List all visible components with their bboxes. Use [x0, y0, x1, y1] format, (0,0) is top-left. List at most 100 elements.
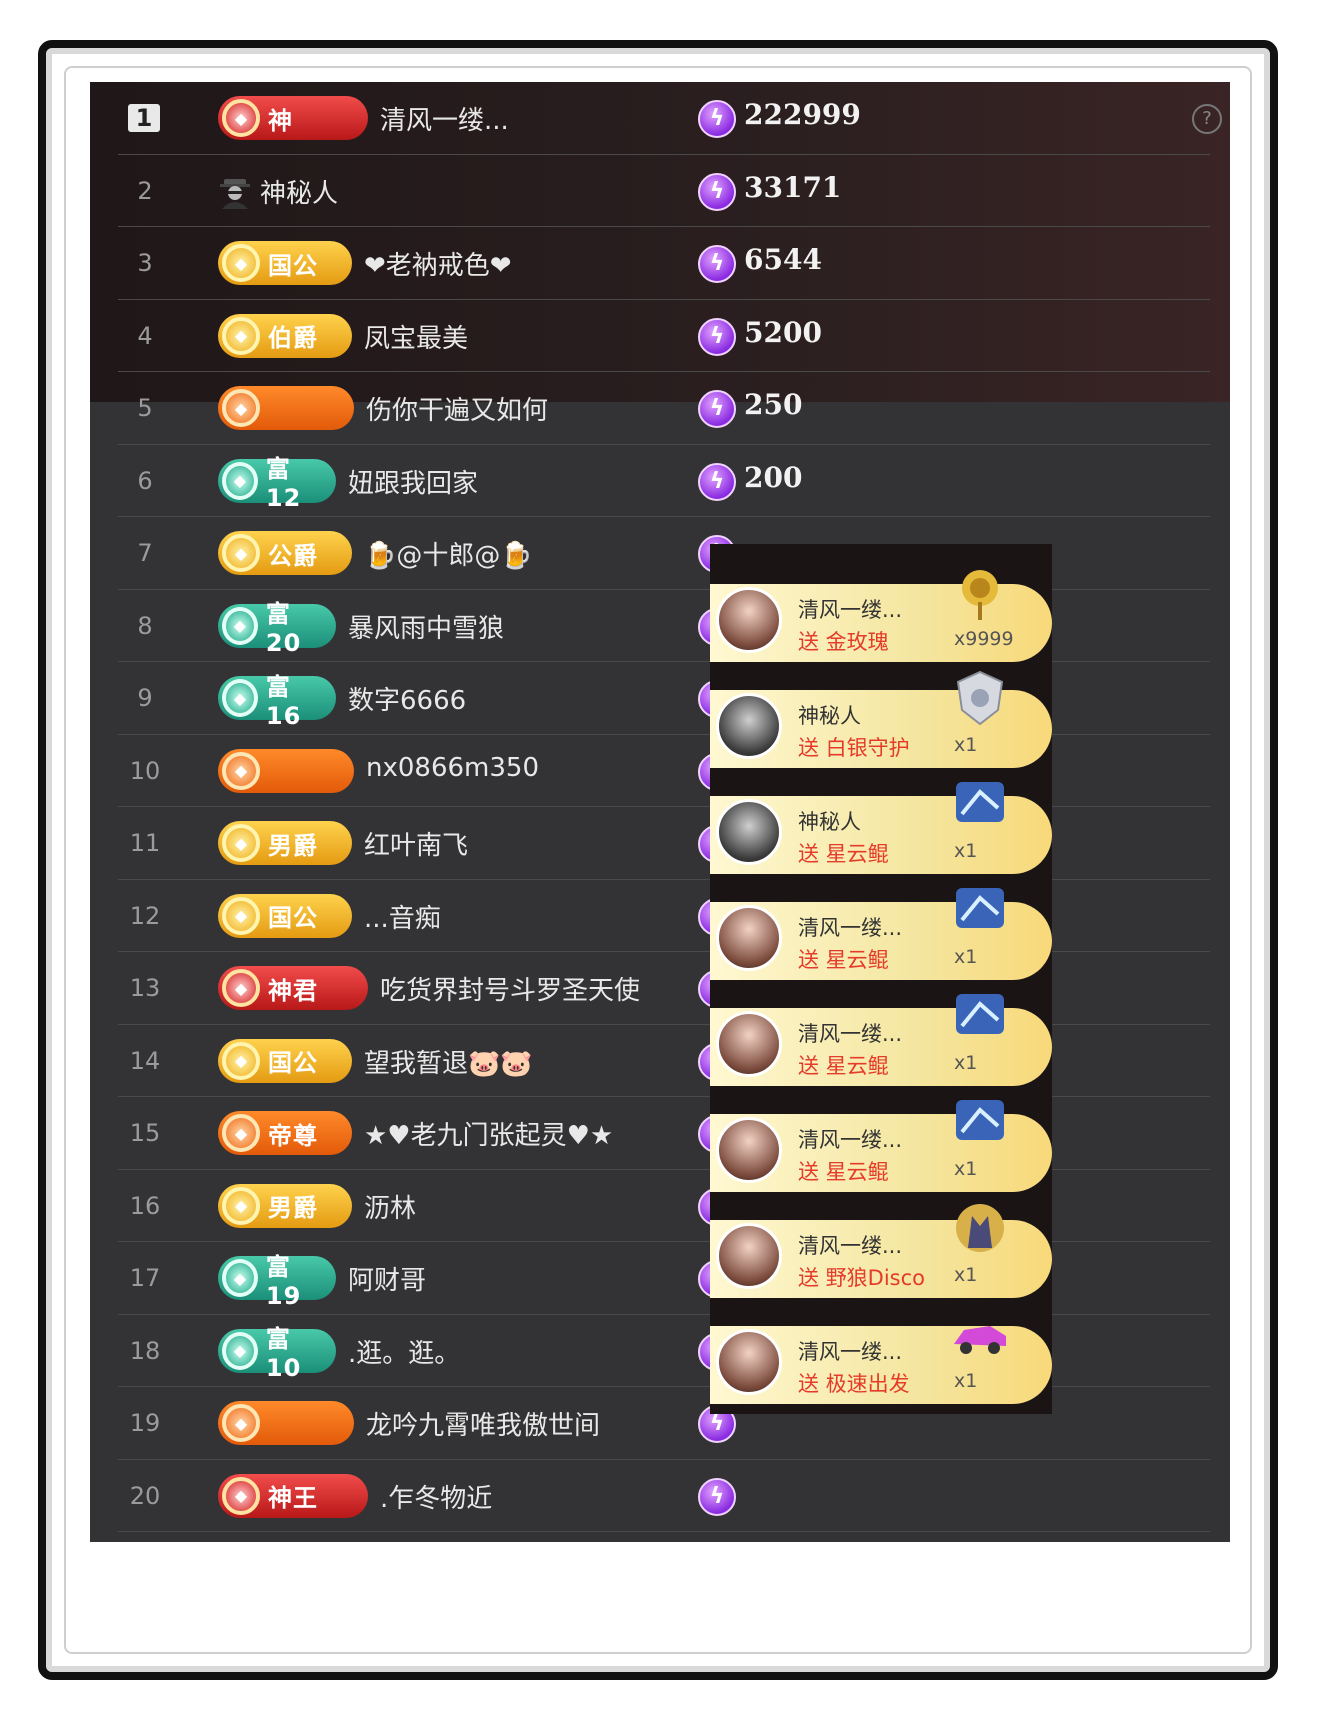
lightning-coin-icon: ϟ	[698, 100, 736, 138]
wolf-icon	[956, 1204, 1004, 1252]
gift-count: x1	[954, 1158, 978, 1180]
lightning-coin-icon: ϟ	[698, 462, 736, 501]
user-name[interactable]: 数字6666	[348, 680, 466, 717]
gift-count: x1	[954, 1370, 978, 1392]
user-name[interactable]: 龙吟九霄唯我傲世间	[366, 1405, 600, 1442]
badge-label: 男爵	[268, 831, 318, 860]
rank-badge: ◆ 帝尊	[218, 1111, 352, 1155]
badge-label: 富16	[265, 672, 302, 730]
user-name[interactable]: .乍冬物近	[380, 1478, 492, 1515]
rank-badge: ◆	[218, 748, 354, 793]
badge-emblem-icon: ◆	[222, 679, 258, 717]
rank-number: 8	[137, 611, 153, 640]
user-name[interactable]: 阿财哥	[348, 1260, 426, 1297]
gift-notification: 清风一缕... 送 野狼Disco x1	[710, 1204, 1052, 1298]
user-avatar[interactable]	[716, 587, 782, 653]
badge-label: 神王	[268, 1484, 318, 1512]
badge-emblem-icon: ◆	[222, 244, 260, 282]
spy-avatar[interactable]	[716, 693, 782, 759]
badge-emblem-icon: ◆	[222, 534, 260, 572]
gift-count: x1	[954, 1264, 978, 1286]
gift-action: 送 金玫瑰	[798, 630, 889, 654]
badge-emblem-icon: ◆	[222, 1041, 260, 1080]
badge-emblem-icon: ◆	[222, 99, 260, 137]
badge-label: 国公	[268, 904, 318, 932]
user-avatar[interactable]	[716, 905, 782, 971]
lightning-coin-icon: ϟ	[698, 245, 736, 283]
badge-emblem-icon: ◆	[222, 1186, 260, 1225]
ranking-row[interactable]: 2 神秘人 ϟ 33171	[118, 155, 1210, 227]
user-name[interactable]: 妞跟我回家	[348, 463, 478, 500]
user-name[interactable]: 凤宝最美	[364, 318, 468, 355]
rank-badge: ◆	[218, 1401, 354, 1445]
user-name[interactable]: 吃货界封号斗罗圣天使	[380, 970, 640, 1007]
ranking-row[interactable]: 1 ◆ 神 清风一缕... ϟ 222999	[118, 82, 1210, 155]
ranking-row[interactable]: 3 ◆ 国公 ❤老衲戒色❤ ϟ 6544	[118, 227, 1210, 300]
contribution-score: 222999	[744, 98, 861, 131]
user-name[interactable]: ❤老衲戒色❤	[364, 245, 512, 282]
badge-label: 富19	[265, 1252, 302, 1310]
user-name[interactable]: 清风一缕...	[380, 100, 509, 137]
badge-label: 富20	[265, 600, 302, 657]
rank-number: 7	[137, 539, 153, 567]
gold-rose-icon	[962, 570, 998, 620]
user-name[interactable]: .逛。逛。	[348, 1333, 460, 1370]
rank-badge: ◆ 富16	[218, 673, 336, 730]
sports-car-icon	[954, 1326, 1006, 1354]
sender-name: 清风一缕...	[798, 1128, 903, 1152]
badge-label: 帝尊	[268, 1121, 318, 1150]
rank-number: 13	[129, 974, 161, 1002]
ranking-row[interactable]: 5 ◆ 伤你干遍又如何 ϟ 250	[118, 372, 1210, 445]
user-name[interactable]: 神秘人	[260, 173, 338, 210]
user-name[interactable]: nx0866m350	[366, 753, 539, 783]
rank-badge: ◆ 男爵	[218, 821, 352, 865]
rank-badge: ◆ 富10	[218, 1325, 336, 1382]
contribution-score: 200	[744, 460, 803, 494]
user-name[interactable]: 伤你干遍又如何	[366, 390, 548, 427]
ranking-row[interactable]: 4 ◆ 伯爵 凤宝最美 ϟ 5200	[118, 300, 1210, 372]
user-name[interactable]: 红叶南飞	[364, 825, 468, 862]
user-name[interactable]: 🍺@十郎@🍺	[364, 535, 533, 572]
gift-action: 送 星云鲲	[798, 1054, 889, 1078]
bottom-blank	[90, 1542, 1230, 1642]
gift-notification: 清风一缕... 送 星云鲲 x1	[710, 1100, 1052, 1192]
spy-avatar[interactable]	[716, 799, 782, 865]
gift-count: x1	[954, 1052, 978, 1074]
nebula-whale-icon	[956, 994, 1004, 1034]
user-name[interactable]: 暴风雨中雪狼	[348, 608, 504, 645]
rank-badge: ◆ 神君	[218, 966, 368, 1010]
badge-emblem-icon: ◆	[222, 896, 260, 935]
rank-number: 6	[137, 466, 153, 495]
silver-shield-icon	[956, 670, 1004, 726]
rank-number: 5	[137, 394, 153, 422]
ranking-row[interactable]: 6 ◆ 富12 妞跟我回家 ϟ 200	[118, 445, 1210, 517]
rank-badge: ◆ 富12	[218, 455, 336, 512]
rank-badge: ◆ 公爵	[218, 531, 352, 575]
contribution-score: 5200	[744, 315, 822, 349]
badge-label: 神	[268, 106, 293, 135]
nebula-whale-icon	[956, 888, 1004, 928]
rank-badge: ◆ 神王	[218, 1473, 368, 1518]
ranking-row[interactable]: 20 ◆ 神王 .乍冬物近 ϟ	[118, 1460, 1210, 1532]
sender-name: 清风一缕...	[798, 1022, 903, 1046]
nebula-whale-icon	[956, 782, 1004, 822]
badge-emblem-icon: ◆	[222, 824, 260, 862]
rank-number: 17	[129, 1264, 161, 1292]
badge-emblem-icon: ◆	[222, 969, 260, 1007]
contribution-score: 6544	[744, 243, 822, 276]
gift-notification: 神秘人 送 星云鲲 x1	[710, 782, 1052, 874]
user-avatar[interactable]	[716, 1117, 782, 1183]
badge-label: 富12	[265, 455, 302, 512]
user-avatar[interactable]	[716, 1223, 782, 1289]
user-name[interactable]: 望我暂退🐷🐷	[364, 1043, 533, 1080]
user-avatar[interactable]	[716, 1011, 782, 1077]
gift-count: x1	[954, 840, 978, 862]
user-name[interactable]: 沥林	[364, 1188, 416, 1225]
user-name[interactable]: ★♥老九门张起灵♥★	[364, 1115, 613, 1152]
sender-name: 清风一缕...	[798, 916, 903, 940]
rank-badge: ◆ 伯爵	[218, 313, 352, 358]
badge-emblem-icon: ◆	[222, 316, 260, 355]
user-avatar[interactable]	[716, 1329, 782, 1395]
user-name[interactable]: ...音痴	[364, 898, 441, 935]
ranking-screen: ? 1 ◆ 神 清风一缕... ϟ 222999 2 神秘人 ϟ 33171 3 ◆ 国公	[90, 82, 1230, 1542]
